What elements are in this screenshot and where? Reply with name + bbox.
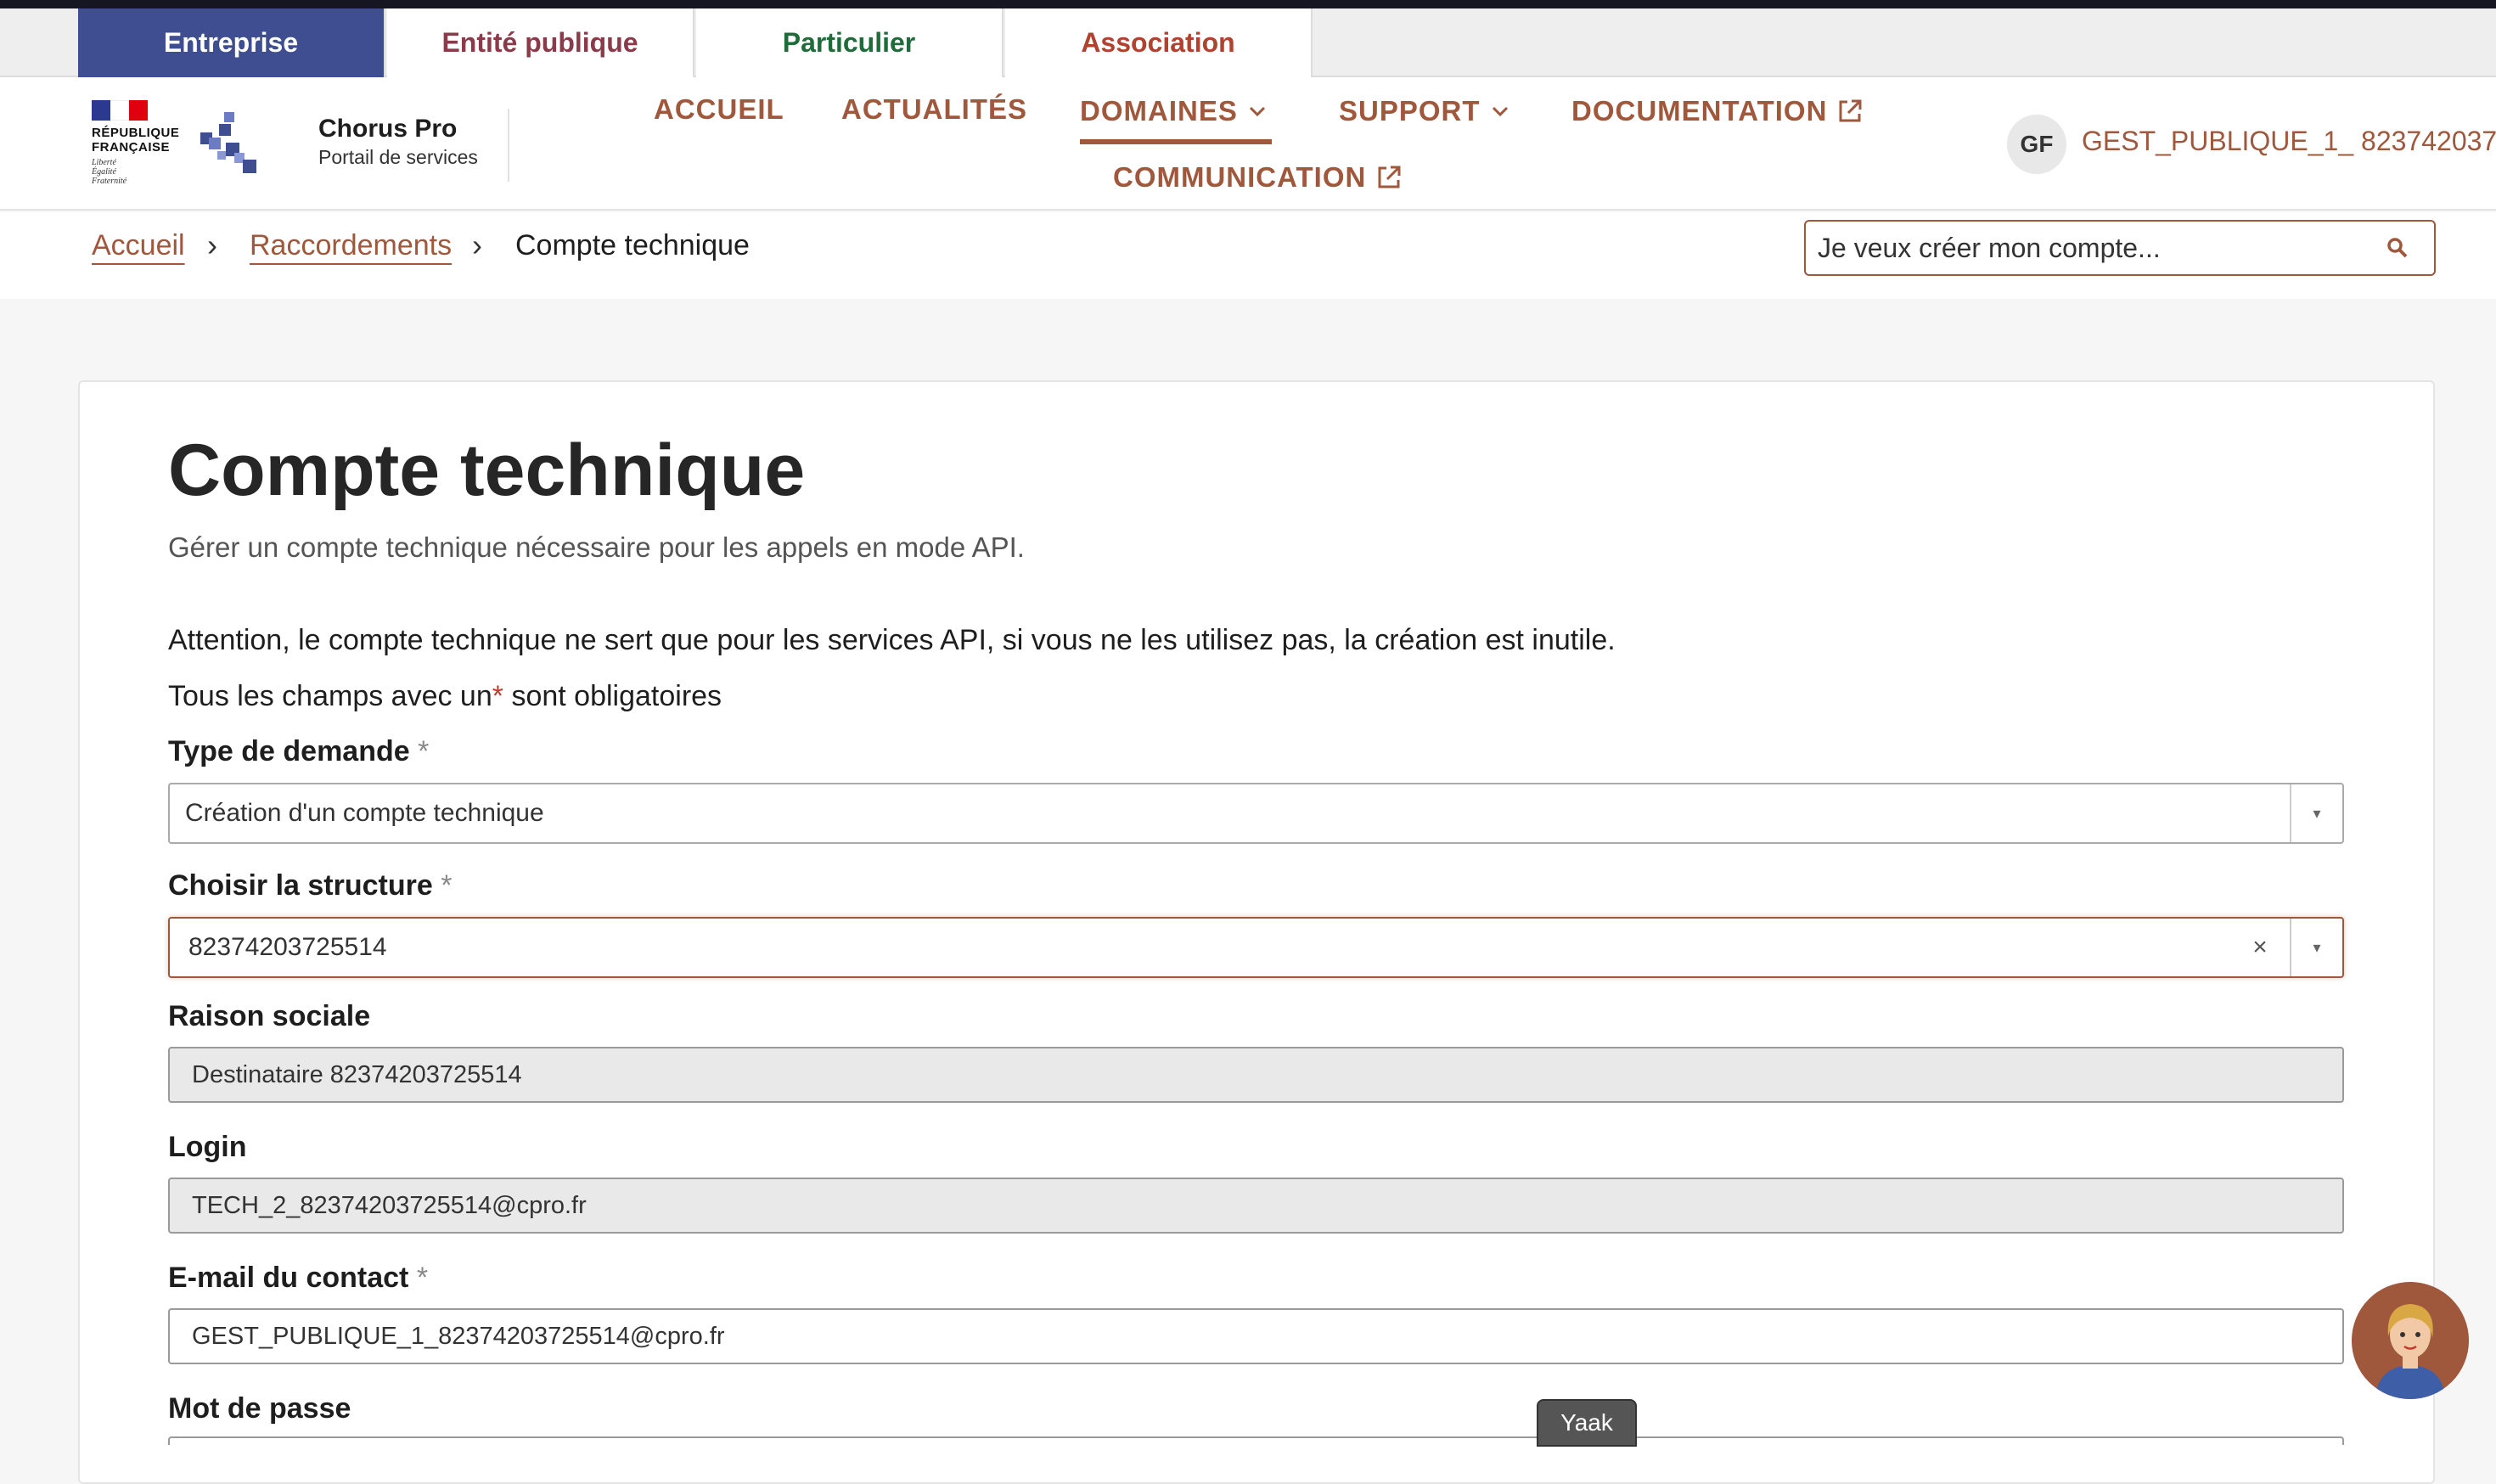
nav-active-indicator [1080,139,1272,144]
breadcrumb-current: Compte technique [515,229,750,261]
type-demande-label-text: Type de demande [168,735,410,767]
page-subtitle: Gérer un compte technique nécessaire pou… [168,531,1025,563]
user-avatar[interactable]: GF [2007,115,2066,174]
republique-francaise-logo[interactable]: RÉPUBLIQUE FRANÇAISE Liberté Égalité Frater… [92,100,185,194]
dropdown-arrow-icon[interactable]: ▾ [2290,784,2342,842]
structure-value: 82374203725514 [188,933,387,961]
external-link-icon [1378,166,1401,188]
required-star: * [418,735,430,767]
breadcrumb-separator: › [472,228,482,262]
tab-entreprise[interactable]: Entreprise [78,8,385,89]
rf-line1: RÉPUBLIQUE [92,126,180,140]
dropdown-arrow-glyph: ▾ [2313,804,2321,822]
top-stripe [0,0,2496,8]
breadcrumb-separator: › [207,228,217,262]
motto-fraternite: Fraternité [92,177,127,186]
motto-liberte: Liberté [92,158,116,167]
clear-selection-icon[interactable]: × [2230,933,2290,962]
login-field: TECH_2_82374203725514@cpro.fr [168,1178,2344,1234]
search-input[interactable] [1818,232,2378,264]
page-title: Compte technique [168,430,806,511]
assistant-avatar-icon [2352,1282,2469,1399]
nav-domaines-label: DOMAINES [1080,95,1238,126]
raison-sociale-field: Destinataire 82374203725514 [168,1047,2344,1103]
required-fields-note: Tous les champs avec un* sont obligatoir… [168,680,722,713]
nav-accueil-label: ACCUEIL [654,93,784,125]
brand-name[interactable]: Chorus Pro [318,115,457,143]
nav-actualites[interactable]: ACTUALITÉS [841,93,1027,126]
search-icon[interactable] [2386,237,2409,259]
type-demande-label: Type de demande * [168,735,429,768]
nav-documentation[interactable]: DOCUMENTATION [1571,95,1863,127]
user-initials: GF [2020,131,2054,157]
structure-label-text: Choisir la structure [168,869,433,902]
required-star: * [492,680,503,712]
external-link-icon [1839,99,1862,122]
header-divider [508,109,509,182]
required-suffix: sont obligatoires [511,680,722,712]
nav-communication-label: COMMUNICATION [1113,161,1367,193]
tab-association[interactable]: Association [1005,8,1313,77]
nav-actualites-label: ACTUALITÉS [841,93,1027,125]
flag-icon [92,100,148,121]
nav-documentation-label: DOCUMENTATION [1571,95,1828,126]
breadcrumb-raccordements-link[interactable]: Raccordements [250,229,452,262]
warning-text: Attention, le compte technique ne sert q… [168,624,1616,656]
tab-association-label: Association [1081,27,1235,58]
motto-egalite: Égalité [92,167,116,177]
tab-entreprise-label: Entreprise [163,27,299,58]
password-label: Mot de passe [168,1392,351,1425]
nav-accueil[interactable]: ACCUEIL [654,93,784,126]
nav-support[interactable]: SUPPORT [1339,95,1509,127]
breadcrumb-accueil-link[interactable]: Accueil [92,229,185,262]
type-demande-value: Création d'un compte technique [185,799,544,827]
chevron-down-icon [1249,106,1265,117]
nav-support-label: SUPPORT [1339,95,1481,126]
nav-domaines[interactable]: DOMAINES [1080,95,1267,127]
email-contact-label-text: E-mail du contact [168,1262,409,1294]
yaak-tooltip: Yaak [1537,1399,1637,1447]
user-name-link[interactable]: GEST_PUBLIQUE_1_ 82374203725514 [2082,126,2496,157]
required-prefix: Tous les champs avec un [168,680,492,712]
required-star: * [441,869,453,902]
yaak-tooltip-label: Yaak [1560,1409,1613,1436]
chorus-pro-logo-icon[interactable] [200,112,261,178]
raison-sociale-label: Raison sociale [168,1000,371,1032]
rf-line2: FRANÇAISE [92,140,171,155]
raison-sociale-value: Destinataire 82374203725514 [192,1060,522,1088]
required-star: * [416,1262,429,1294]
nav-communication[interactable]: COMMUNICATION [1113,161,1402,194]
login-value: TECH_2_82374203725514@cpro.fr [192,1191,587,1219]
tab-particulier[interactable]: Particulier [696,8,1003,77]
email-contact-label: E-mail du contact * [168,1262,428,1295]
tab-particulier-label: Particulier [782,27,916,58]
search-box[interactable] [1804,220,2436,276]
chatbot-button[interactable] [2352,1282,2469,1399]
dropdown-arrow-glyph: ▾ [2313,938,2321,956]
email-contact-value: GEST_PUBLIQUE_1_82374203725514@cpro.fr [192,1322,725,1350]
email-contact-field[interactable]: GEST_PUBLIQUE_1_82374203725514@cpro.fr [168,1308,2344,1364]
tab-entite-publique[interactable]: Entité publique [387,8,694,77]
login-label: Login [168,1131,247,1163]
type-demande-select[interactable]: Création d'un compte technique ▾ [168,783,2344,844]
chevron-down-icon [1492,106,1508,117]
structure-label: Choisir la structure * [168,869,452,902]
dropdown-arrow-icon[interactable]: ▾ [2290,919,2342,976]
password-field[interactable] [168,1436,2344,1445]
structure-select[interactable]: 82374203725514 × ▾ [168,917,2344,978]
tab-entite-publique-label: Entité publique [441,27,638,58]
brand-subtitle: Portail de services [318,146,478,168]
